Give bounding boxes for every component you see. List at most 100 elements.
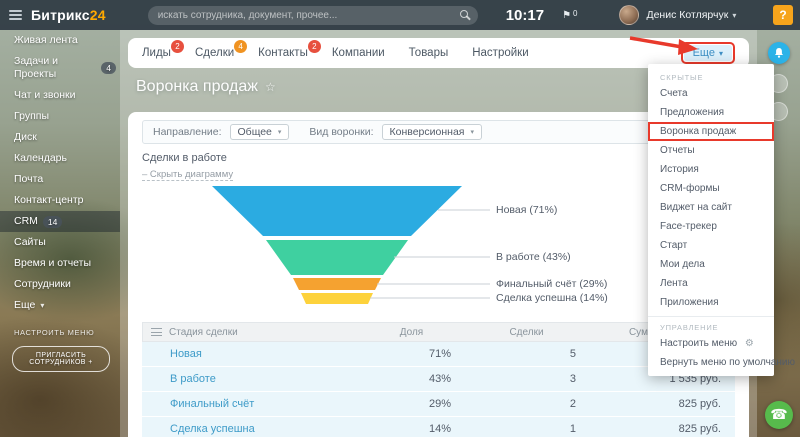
hamburger-menu-icon[interactable] [9,10,22,20]
col-share[interactable]: Доля [359,327,464,338]
app-window: Битрикс24 10:17 ⚑ 0 Денис Котлярчук ▾ ? … [0,0,800,437]
funnel-stage-in-progress[interactable] [266,240,408,275]
grid-settings-icon[interactable] [151,328,162,336]
more-dropdown-menu: СКРЫТЫЕ Счета Предложения Воронка продаж… [648,64,774,376]
col-deals[interactable]: Сделки [464,327,589,338]
sidebar-item-tasks[interactable]: Задачи и Проекты4 [0,51,120,85]
menu-item-quotes[interactable]: Предложения [648,103,774,122]
tab-leads[interactable]: Лиды2 [142,47,171,59]
leads-badge: 2 [171,40,184,53]
sidebar-item-time-reports[interactable]: Время и отчеты [0,253,120,274]
notifications-flag[interactable]: ⚑ 0 [562,10,577,21]
configure-menu-link[interactable]: НАСТРОИТЬ МЕНЮ [0,316,120,337]
col-stage[interactable]: Стадия сделки [169,327,359,338]
tab-companies[interactable]: Компании [332,47,385,59]
tab-contacts[interactable]: Контакты2 [258,47,308,59]
share-value: 43% [360,373,465,385]
deals-value: 3 [465,373,590,385]
manage-section-header: УПРАВЛЕНИЕ [648,319,774,334]
page-title: Воронка продаж ☆ [136,78,276,96]
funnel-stage-deal-won[interactable] [301,293,373,304]
sidebar-item-sites[interactable]: Сайты [0,232,120,253]
hide-chart-link[interactable]: – Скрыть диаграмму [142,169,233,181]
flag-icon: ⚑ [562,10,571,21]
contacts-badge: 2 [308,40,321,53]
notifications-button[interactable] [768,42,790,64]
menu-item-reset-menu[interactable]: Вернуть меню по умолчанию [648,353,774,372]
sidebar-item-employees[interactable]: Сотрудники [0,274,120,295]
deals-in-progress-label: Сделки в работе [142,152,735,164]
user-avatar[interactable] [619,5,639,25]
menu-item-configure-menu[interactable]: Настроить меню ⚙ [648,334,774,353]
funnel-view-filter-label: Вид воронки: [309,126,373,138]
funnel-svg [172,186,502,306]
tasks-badge: 4 [101,62,116,74]
user-name: Денис Котлярчук [646,9,728,21]
share-value: 29% [360,398,465,410]
funnel-label-in-progress: В работе (43%) [496,251,571,263]
stage-link[interactable]: Сделка успешна [168,423,360,435]
user-menu[interactable]: Денис Котлярчук ▾ [646,9,736,21]
menu-item-history[interactable]: История [648,160,774,179]
sidebar: Живая лента Задачи и Проекты4 Чат и звон… [0,30,120,437]
flag-count: 0 [573,9,577,18]
funnel-stage-final-invoice[interactable] [293,278,381,290]
direction-filter-label: Направление: [153,126,222,138]
direction-select[interactable]: Общее ▾ [230,124,290,140]
menu-item-site-widget[interactable]: Виджет на сайт [648,198,774,217]
menu-item-reports[interactable]: Отчеты [648,141,774,160]
menu-item-invoices[interactable]: Счета [648,84,774,103]
stage-link[interactable]: Финальный счёт [168,398,360,410]
favorite-star-icon[interactable]: ☆ [265,80,276,94]
menu-item-face-tracker[interactable]: Face-трекер [648,217,774,236]
tab-settings[interactable]: Настройки [472,47,528,59]
sum-value: 825 руб. [590,398,735,410]
share-value: 71% [360,348,465,360]
sidebar-item-live-feed[interactable]: Живая лента [0,30,120,51]
help-button[interactable]: ? [773,5,793,25]
sidebar-item-contact-center[interactable]: Контакт-центр [0,190,120,211]
search-icon[interactable] [460,10,468,18]
chevron-down-icon: ▾ [719,49,723,58]
filter-bar: Направление: Общее ▾ Вид воронки: Конвер… [142,120,735,144]
menu-item-start[interactable]: Старт [648,236,774,255]
sidebar-item-more[interactable]: Еще▾ [0,295,120,316]
menu-item-crm-forms[interactable]: CRM-формы [648,179,774,198]
gear-icon: ⚙ [745,338,754,349]
table-header-row: Стадия сделки Доля Сделки Сумма, Рубль [142,322,735,342]
deals-value: 1 [465,423,590,435]
share-value: 14% [360,423,465,435]
app-logo[interactable]: Битрикс24 [31,7,106,23]
table-row[interactable]: В работе 43% 3 1 535 руб. [142,367,735,392]
sidebar-item-drive[interactable]: Диск [0,127,120,148]
sidebar-item-calendar[interactable]: Календарь [0,148,120,169]
tab-deals[interactable]: Сделки4 [195,47,234,59]
invite-employees-button[interactable]: ПРИГЛАСИТЬ СОТРУДНИКОВ + [12,346,110,372]
telephony-button[interactable]: ☎ [765,401,793,429]
chevron-down-icon: ▾ [470,128,474,136]
menu-item-my-activities[interactable]: Мои дела [648,255,774,274]
menu-item-applications[interactable]: Приложения [648,293,774,312]
funnel-stage-new[interactable] [212,186,462,236]
table-row[interactable]: Сделка успешна 14% 1 825 руб. [142,417,735,437]
table-row[interactable]: Новая 71% 5 [142,342,735,367]
menu-item-sales-funnel[interactable]: Воронка продаж [648,122,774,141]
sidebar-item-groups[interactable]: Группы [0,106,120,127]
sidebar-item-mail[interactable]: Почта [0,169,120,190]
stage-link[interactable]: В работе [168,373,360,385]
menu-item-stream[interactable]: Лента [648,274,774,293]
chevron-down-icon: ▾ [40,299,44,312]
stage-link[interactable]: Новая [168,348,360,360]
clock[interactable]: 10:17 [506,7,544,24]
sidebar-item-chat[interactable]: Чат и звонки [0,85,120,106]
phone-icon: ☎ [770,407,787,423]
search-input[interactable] [158,10,454,21]
funnel-view-select[interactable]: Конверсионная ▾ [382,124,483,140]
table-row[interactable]: Финальный счёт 29% 2 825 руб. [142,392,735,417]
global-search[interactable] [148,6,478,25]
deals-badge: 4 [234,40,247,53]
more-menu-button[interactable]: Еще ▾ [684,45,732,61]
deals-value: 2 [465,398,590,410]
tab-products[interactable]: Товары [409,47,449,59]
sidebar-item-crm[interactable]: CRM14 [0,211,120,232]
